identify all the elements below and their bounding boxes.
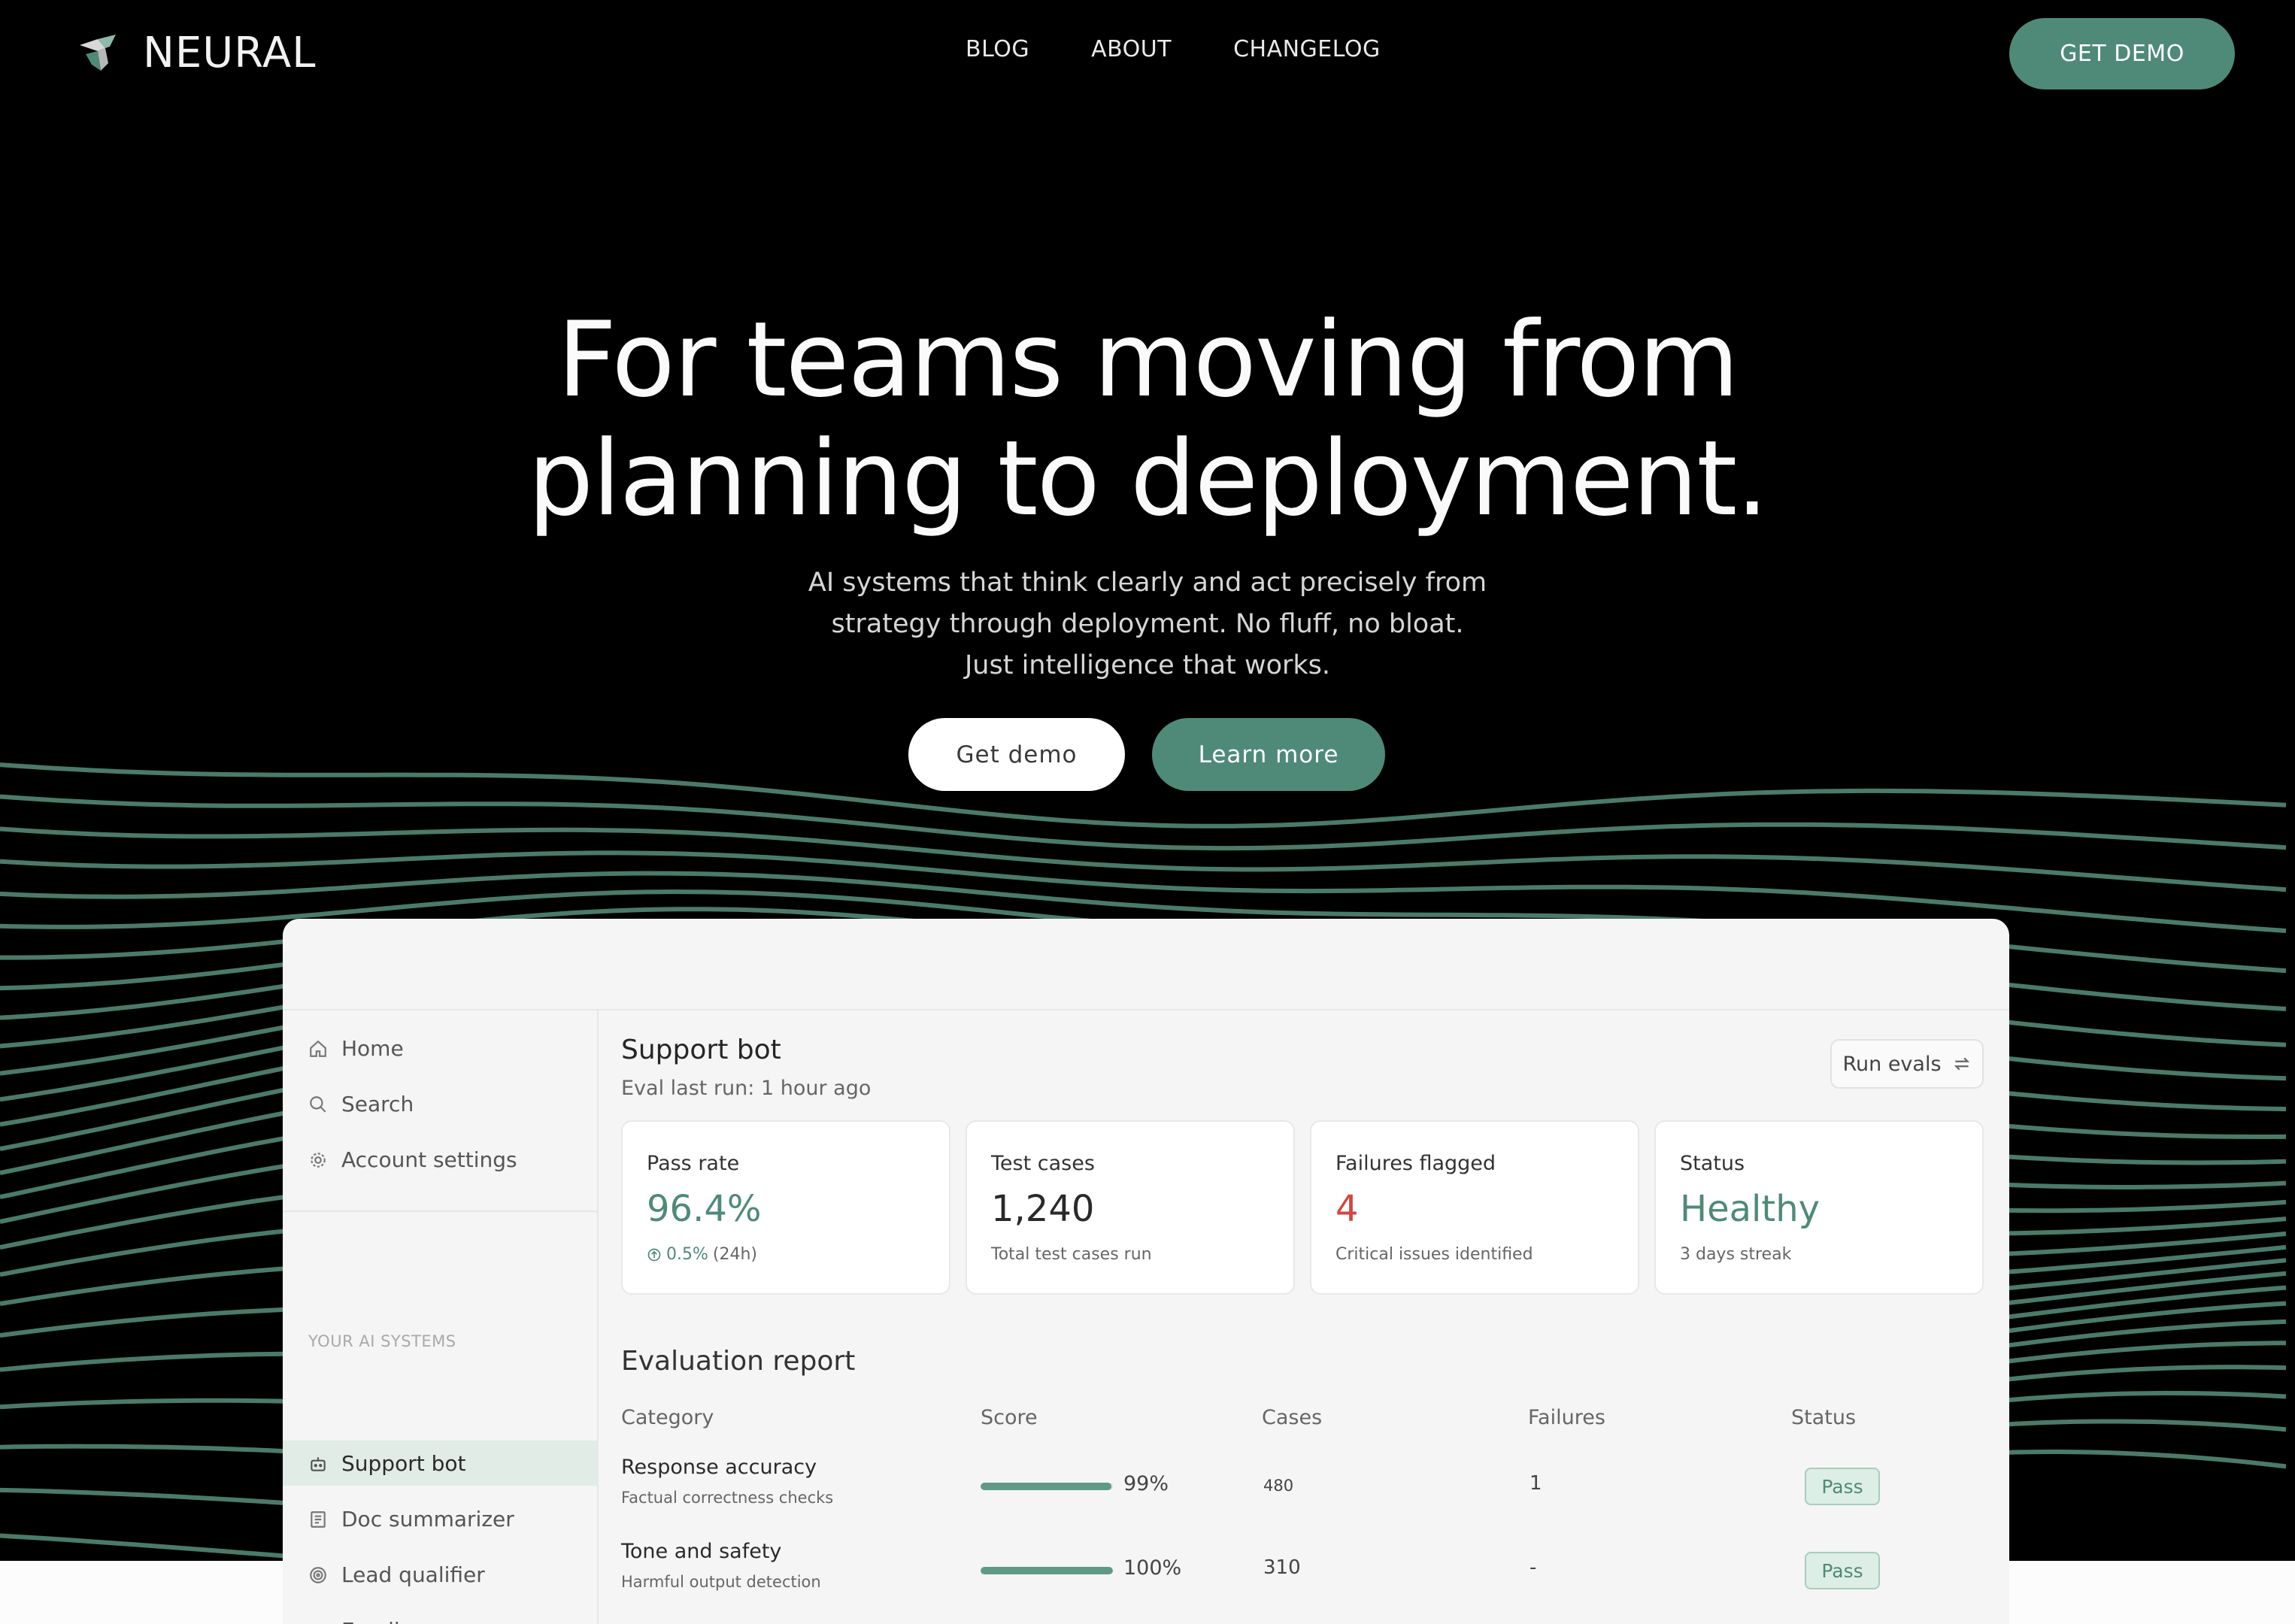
sidebar-item-label: Email composer [341,1618,511,1624]
hero-sub-line-1: AI systems that think clearly and act pr… [808,568,1487,598]
wave-line [0,826,2287,892]
card-label: Failures flagged [1335,1152,1496,1175]
nav-links: BLOG ABOUT CHANGELOG [966,36,1381,62]
row-failures: - [1529,1556,1537,1579]
refresh-arrows-icon [1954,1057,1969,1071]
hero-subheadline: AI systems that think clearly and act pr… [0,562,2295,686]
wave-line [0,794,2287,851]
run-evals-label: Run evals [1842,1052,1942,1076]
hero-sub-line-2: strategy through deployment. No fluff, n… [831,609,1464,639]
top-navigation: NEURAL BLOG ABOUT CHANGELOG GET DEMO [0,0,2295,113]
sidebar-divider [283,1210,599,1212]
column-header-score: Score [981,1406,1038,1429]
row-cases: 480 [1263,1477,1294,1495]
card-status: Status Healthy 3 days streak [1654,1120,1984,1295]
get-demo-button[interactable]: Get demo [908,718,1125,791]
dashboard-preview: Home Search Account settings YOUR AI SYS… [283,919,2009,1624]
search-icon [310,1095,326,1113]
score-bar [981,1567,1113,1574]
hero-buttons: Get demo Learn more [908,718,1385,791]
card-label: Test cases [991,1152,1095,1175]
card-note: 3 days streak [1680,1245,1792,1264]
bot-icon [311,1456,326,1471]
home-icon [310,1040,326,1057]
row-category: Response accuracy [621,1456,817,1479]
nav-link-about[interactable]: ABOUT [1091,36,1172,62]
card-value: 1,240 [991,1188,1095,1230]
learn-more-button[interactable]: Learn more [1152,718,1385,791]
sidebar-item-label: Home [341,1036,404,1061]
card-note: Critical issues identified [1335,1245,1533,1264]
nav-link-blog[interactable]: BLOG [966,36,1029,62]
evaluation-report-title: Evaluation report [621,1346,856,1377]
sidebar-item-label: Account settings [341,1147,517,1172]
dashboard-topbar [283,919,2009,1010]
document-icon [311,1510,326,1528]
card-value: 96.4% [647,1188,762,1230]
card-value: 4 [1335,1188,1359,1230]
score-bar [981,1483,1113,1490]
sidebar-item-home[interactable]: Home [308,1036,404,1061]
score-bar-fill [981,1483,1112,1490]
trend-up-icon [647,1248,661,1261]
run-evals-button[interactable]: Run evals [1830,1039,1984,1089]
row-failures: 1 [1529,1472,1542,1495]
card-note: Total test cases run [991,1245,1152,1264]
status-badge: Pass [1805,1552,1880,1589]
gear-icon [311,1152,326,1168]
nav-link-changelog[interactable]: CHANGELOG [1233,36,1381,62]
sidebar-item-doc-summarizer[interactable]: Doc summarizer [308,1507,514,1532]
sidebar-item-account-settings[interactable]: Account settings [308,1147,517,1172]
hero-headline-line-2: planning to deployment. [527,418,1769,539]
sidebar-item-support-bot[interactable]: Support bot [308,1451,465,1476]
column-header-status: Status [1791,1406,1857,1429]
column-header-failures: Failures [1528,1406,1605,1429]
get-demo-nav-button[interactable]: GET DEMO [2009,18,2235,89]
sidebar-item-label: Lead qualifier [341,1562,485,1587]
brand-mark-icon [80,34,116,71]
eval-last-run: Eval last run: 1 hour ago [621,1077,872,1100]
row-score: 100% [1123,1556,1182,1580]
column-header-cases: Cases [1262,1406,1323,1429]
card-pass-rate: Pass rate 96.4% 0.5% (24h) [621,1120,950,1295]
row-category-description: Harmful output detection [621,1573,821,1591]
brand-logo[interactable]: NEURAL [75,29,316,77]
system-title: Support bot [621,1035,781,1065]
dashboard-main: Support bot Eval last run: 1 hour ago Ru… [599,1010,2009,1624]
sidebar-item-label: Search [341,1092,414,1116]
metric-cards: Pass rate 96.4% 0.5% (24h) Test cases 1,… [621,1120,1984,1295]
sidebar-section-label: YOUR AI SYSTEMS [308,1332,456,1350]
sidebar-item-label: Doc summarizer [341,1507,514,1532]
sidebar-item-search[interactable]: Search [308,1092,414,1116]
pass-rate-period: (24h) [712,1245,758,1264]
card-label: Status [1680,1152,1745,1175]
card-test-cases: Test cases 1,240 Total test cases run [966,1120,1295,1295]
sidebar-item-label: Support bot [341,1451,466,1476]
card-note: 0.5% (24h) [647,1245,757,1264]
hero-headline: For teams moving from planning to deploy… [0,301,2295,538]
sidebar-item-email-composer[interactable]: Email composer [308,1618,511,1624]
row-score: 99% [1123,1472,1169,1495]
laptop-icon [312,1623,324,1624]
row-category-description: Factual correctness checks [621,1489,834,1507]
card-label: Pass rate [647,1152,740,1175]
column-header-category: Category [621,1406,714,1429]
hero-sub-line-3: Just intelligence that works. [964,650,1331,680]
target-icon [310,1566,326,1583]
row-category: Tone and safety [621,1540,782,1563]
hero-headline-line-1: For teams moving from [556,299,1739,420]
dashboard-sidebar: Home Search Account settings YOUR AI SYS… [283,1010,599,1624]
row-cases: 310 [1263,1556,1301,1579]
pass-rate-change: 0.5% [666,1245,708,1264]
card-value: Healthy [1680,1188,1821,1230]
brand-name: NEURAL [143,29,317,77]
status-badge: Pass [1805,1468,1880,1505]
sidebar-item-lead-qualifier[interactable]: Lead qualifier [308,1562,485,1587]
card-failures-flagged: Failures flagged 4 Critical issues ident… [1310,1120,1639,1295]
score-bar-fill [981,1567,1113,1574]
